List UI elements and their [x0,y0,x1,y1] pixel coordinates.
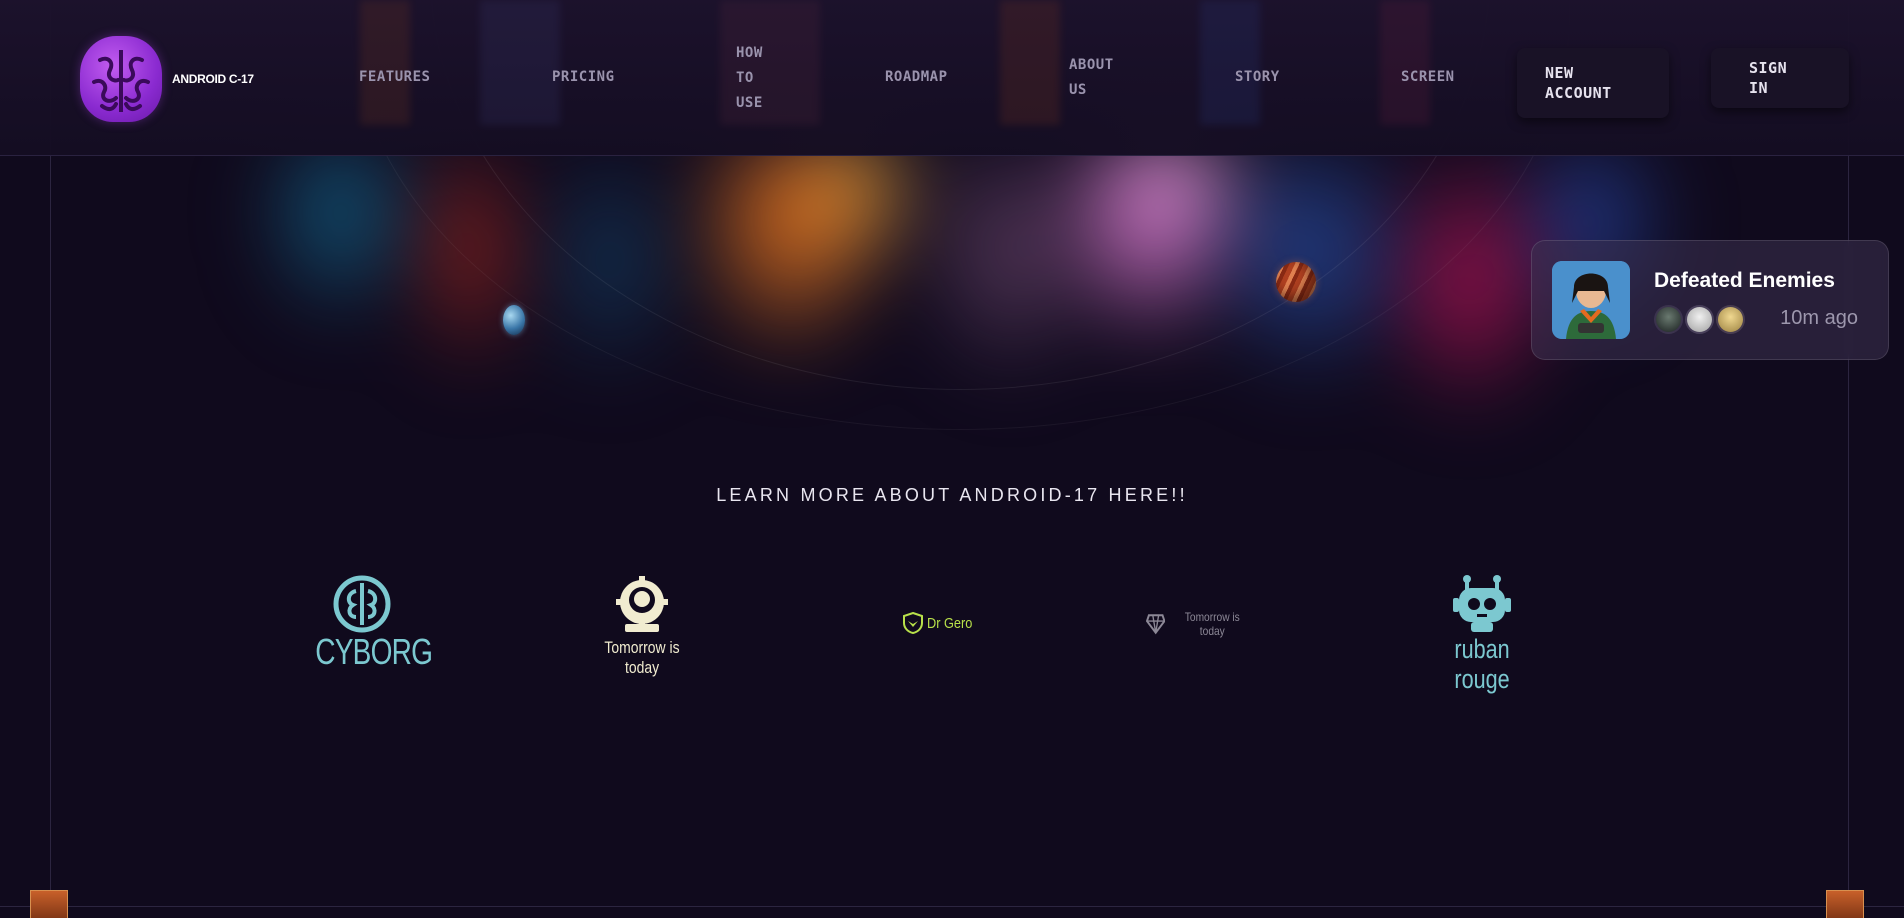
partner-name: Dr Gero [927,614,973,632]
robot-head-icon [1453,575,1511,632]
shield-leaf-icon [903,612,924,634]
notification-card[interactable]: Defeated Enemies 10m ago [1531,240,1889,360]
nav-screen[interactable]: SCREEN [1401,65,1455,90]
partner-name: CYBORG [315,631,433,672]
nav-pricing[interactable]: PRICING [552,65,615,90]
partner-logo-tomorrow-alt[interactable]: Tomorrow is today [1146,610,1260,638]
partner-logo-tomorrow[interactable]: Tomorrow is today [576,576,708,678]
avatar-group [1654,305,1747,334]
diamond-icon [1146,614,1166,635]
partner-name: Tomorrow is today [604,638,680,677]
gear-head-icon [616,576,668,632]
sign-in-button[interactable]: SIGN IN [1711,48,1849,108]
nav-story[interactable]: STORY [1235,65,1280,90]
nav-features[interactable]: FEATURES [359,65,430,90]
nav-roadmap[interactable]: ROADMAP [885,65,948,90]
notification-time: 10m ago [1780,307,1858,329]
partner-name: ruban rouge [1454,634,1510,694]
partner-logo-ruban-rouge[interactable]: ruban rouge [1422,574,1542,694]
android-17-avatar [1552,261,1630,339]
notification-title: Defeated Enemies [1654,269,1835,292]
nav-about-us[interactable]: ABOUT US [1069,53,1114,103]
corner-avatar-right[interactable] [1826,890,1864,918]
header-background-art [300,0,1480,125]
frame-line-bottom [0,906,1904,907]
corner-avatar-left[interactable] [30,890,68,918]
small-planet-icon [503,305,525,335]
learn-more-link[interactable]: LEARN MORE ABOUT ANDROID-17 HERE!! [0,485,1904,506]
avatar [1685,305,1714,334]
new-account-button[interactable]: NEW ACCOUNT [1517,48,1669,118]
brain-logo-icon [80,36,162,122]
brand-logo[interactable]: ANDROID C-17 [80,36,254,122]
brain-circuit-icon [333,575,391,633]
partner-logo-dr-gero[interactable]: Dr Gero [888,612,992,634]
avatar [1654,305,1683,334]
avatar [1716,305,1745,334]
site-header: ANDROID C-17 FEATURES PRICING HOW TO USE… [0,0,1904,156]
brand-name: ANDROID C-17 [172,72,254,86]
nav-how-to-use[interactable]: HOW TO USE [736,41,763,116]
partner-logo-cyborg[interactable]: CYBORG [302,575,433,672]
partner-name: Tomorrow is today [1185,610,1241,638]
red-planet-icon [1276,262,1316,302]
